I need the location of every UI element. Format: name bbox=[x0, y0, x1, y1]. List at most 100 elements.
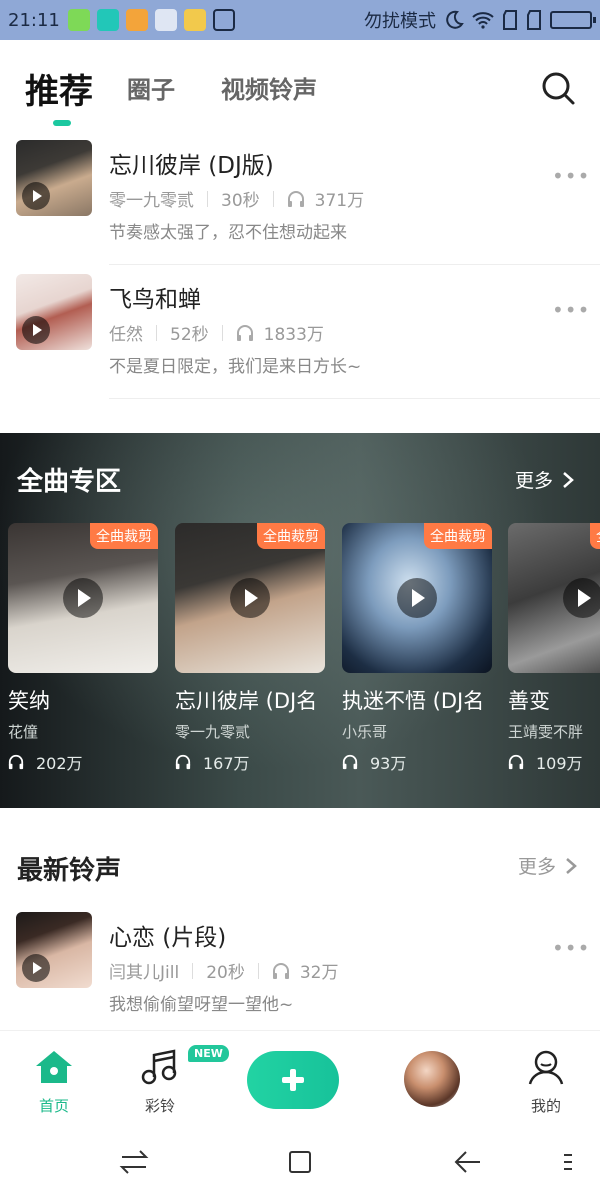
play-icon[interactable] bbox=[563, 578, 600, 618]
sim-card-icon bbox=[503, 10, 517, 30]
play-count: 32万 bbox=[299, 963, 339, 983]
active-tab-indicator bbox=[53, 120, 71, 126]
card-title: 忘川彼岸 (DJ名 bbox=[175, 689, 318, 713]
usb-icon bbox=[212, 9, 235, 31]
card-cover[interactable]: 全曲裁剪 bbox=[508, 523, 600, 673]
card-plays: 109万 bbox=[508, 750, 600, 774]
nav-home-label: 首页 bbox=[38, 1097, 69, 1115]
song-description: 我想偷偷望呀望一望他~ bbox=[109, 995, 294, 1015]
play-count: 109万 bbox=[536, 754, 583, 773]
play-count: 167万 bbox=[203, 754, 250, 773]
nav-home[interactable]: 首页 bbox=[14, 1049, 94, 1116]
nav-ringtone-label: 彩铃 bbox=[144, 1097, 175, 1115]
duration: 20秒 bbox=[206, 963, 245, 983]
song-cover[interactable] bbox=[16, 912, 92, 988]
battery-icon bbox=[550, 11, 596, 29]
new-badge: NEW bbox=[188, 1045, 229, 1062]
play-icon[interactable] bbox=[22, 316, 50, 344]
song-meta: 任然 52秒 1833万 bbox=[109, 320, 324, 345]
tab-video-ringtone[interactable]: 视频铃声 bbox=[221, 70, 317, 105]
more-options-icon[interactable]: ••• bbox=[552, 936, 589, 960]
top-tab-bar: 推荐 圈子 视频铃声 bbox=[0, 40, 600, 135]
song-card[interactable]: 全曲裁剪 笑纳 花僮 202万 bbox=[8, 523, 158, 774]
add-button[interactable] bbox=[247, 1051, 339, 1109]
card-title: 笑纳 bbox=[8, 689, 50, 713]
divider bbox=[257, 962, 259, 979]
status-right: 勿扰模式 bbox=[364, 7, 596, 33]
broom-icon bbox=[154, 9, 177, 31]
headphones-icon bbox=[272, 962, 289, 979]
card-cover[interactable]: 全曲裁剪 bbox=[342, 523, 492, 673]
home-square-icon[interactable] bbox=[284, 1146, 316, 1178]
row-divider bbox=[109, 398, 600, 399]
song-card[interactable]: 全曲裁剪 忘川彼岸 (DJ名 零一九零贰 167万 bbox=[175, 523, 325, 774]
card-cover[interactable]: 全曲裁剪 bbox=[8, 523, 158, 673]
song-meta: 闫其儿Jill 20秒 32万 bbox=[109, 958, 338, 983]
section-title: 全曲专区 bbox=[17, 467, 122, 497]
folder-icon bbox=[183, 9, 206, 31]
bottom-nav: 首页 彩铃 NEW 我的 bbox=[0, 1030, 600, 1128]
song-cover[interactable] bbox=[16, 274, 92, 350]
list-item[interactable]: 飞鸟和蝉 任然 52秒 1833万 不是夏日限定，我们是来日方长~ ••• bbox=[0, 274, 600, 399]
back-icon[interactable] bbox=[452, 1146, 484, 1178]
app-notification-icon bbox=[67, 9, 90, 31]
play-count: 202万 bbox=[36, 754, 83, 773]
wifi-icon bbox=[472, 12, 494, 29]
menu-icon[interactable] bbox=[552, 1146, 584, 1178]
song-title: 忘川彼岸 (DJ版) bbox=[109, 153, 274, 179]
artist-name: 任然 bbox=[109, 325, 143, 345]
divider bbox=[272, 190, 274, 207]
tab-recommended[interactable]: 推荐 bbox=[25, 64, 93, 113]
more-options-icon[interactable]: ••• bbox=[552, 298, 589, 322]
switch-apps-icon[interactable] bbox=[118, 1146, 150, 1178]
music-note-icon bbox=[141, 1049, 177, 1085]
play-count: 93万 bbox=[370, 754, 407, 773]
sim-card-icon bbox=[527, 10, 541, 30]
moon-icon bbox=[446, 10, 464, 29]
nav-mine[interactable]: 我的 bbox=[506, 1049, 586, 1116]
full-song-badge: 全曲裁剪 bbox=[90, 523, 158, 549]
play-icon[interactable] bbox=[22, 182, 50, 210]
song-cover[interactable] bbox=[16, 140, 92, 216]
more-link[interactable]: 更多 bbox=[518, 852, 578, 879]
card-plays: 93万 bbox=[342, 750, 492, 774]
headphones-icon bbox=[8, 754, 24, 770]
divider bbox=[207, 190, 208, 207]
tab-circle[interactable]: 圈子 bbox=[127, 70, 175, 105]
avatar[interactable] bbox=[404, 1051, 460, 1107]
more-link[interactable]: 更多 bbox=[515, 466, 575, 493]
chevron-right-icon bbox=[566, 857, 577, 874]
dnd-label: 勿扰模式 bbox=[364, 11, 436, 32]
song-title: 心恋 (片段) bbox=[109, 925, 227, 951]
more-options-icon[interactable]: ••• bbox=[552, 164, 589, 188]
card-cover[interactable]: 全曲裁剪 bbox=[175, 523, 325, 673]
card-plays: 202万 bbox=[8, 750, 158, 774]
search-icon[interactable] bbox=[540, 70, 576, 106]
song-card[interactable]: 全曲裁剪 执迷不悟 (DJ名 小乐哥 93万 bbox=[342, 523, 492, 774]
song-title: 飞鸟和蝉 bbox=[109, 287, 201, 313]
duration: 52秒 bbox=[170, 325, 209, 345]
play-icon[interactable] bbox=[230, 578, 270, 618]
card-title: 善变 bbox=[508, 689, 550, 713]
home-icon bbox=[36, 1051, 72, 1083]
nav-mine-label: 我的 bbox=[530, 1097, 561, 1115]
headphones-icon bbox=[236, 324, 253, 341]
card-artist: 花僮 bbox=[8, 723, 39, 741]
card-artist: 王靖雯不胖 bbox=[508, 723, 584, 741]
artist-name: 零一九零贰 bbox=[109, 191, 194, 211]
song-description: 不是夏日限定，我们是来日方长~ bbox=[109, 357, 362, 377]
warning-icon bbox=[125, 9, 148, 31]
song-card[interactable]: 全曲裁剪 善变 王靖雯不胖 109万 bbox=[508, 523, 600, 774]
list-item[interactable]: 心恋 (片段) 闫其儿Jill 20秒 32万 我想偷偷望呀望一望他~ ••• bbox=[0, 912, 600, 1037]
divider bbox=[156, 324, 157, 341]
full-song-badge: 全曲裁剪 bbox=[424, 523, 492, 549]
list-item[interactable]: 忘川彼岸 (DJ版) 零一九零贰 30秒 371万 节奏感太强了，忍不住想动起来… bbox=[0, 140, 600, 265]
card-title: 执迷不悟 (DJ名 bbox=[342, 689, 485, 713]
play-icon[interactable] bbox=[63, 578, 103, 618]
play-icon[interactable] bbox=[22, 954, 50, 982]
headphones-icon bbox=[508, 754, 524, 770]
row-divider bbox=[109, 264, 600, 265]
play-icon[interactable] bbox=[397, 578, 437, 618]
status-time: 21:11 bbox=[8, 9, 60, 31]
card-plays: 167万 bbox=[175, 750, 325, 774]
